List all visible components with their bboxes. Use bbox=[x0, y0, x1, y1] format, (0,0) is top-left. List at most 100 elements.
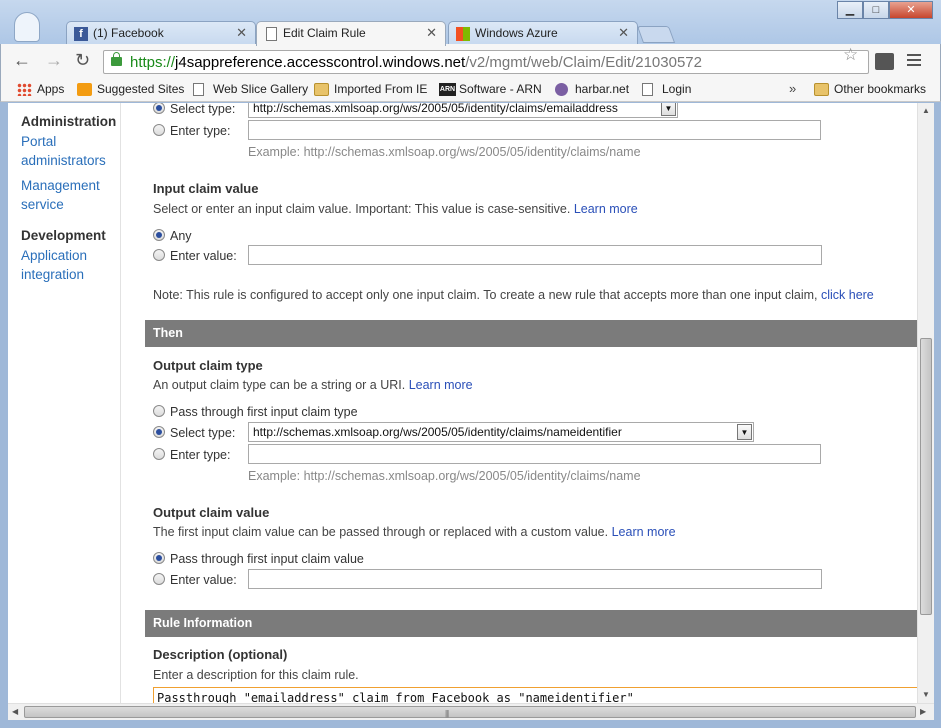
page-icon bbox=[193, 83, 204, 96]
dropdown-arrow-icon[interactable]: ▼ bbox=[737, 424, 752, 440]
sidebar-item-portal-administrators[interactable]: administrators bbox=[21, 151, 120, 170]
output-claim-value-field[interactable] bbox=[248, 569, 822, 589]
scroll-left-arrow-icon[interactable]: ◀ bbox=[12, 707, 18, 716]
input-type-enter-option[interactable]: Enter type: bbox=[153, 124, 230, 138]
page-icon bbox=[266, 27, 277, 41]
input-claim-type-select[interactable]: http://schemas.xmlsoap.org/ws/2005/05/id… bbox=[248, 103, 678, 118]
horizontal-scroll-thumb[interactable]: ||| bbox=[24, 706, 916, 718]
page-viewport: Administration Portal administrators Man… bbox=[8, 103, 917, 703]
scroll-right-arrow-icon[interactable]: ▶ bbox=[920, 707, 926, 716]
bookmark-imported-from-ie[interactable]: Imported From IE bbox=[314, 82, 427, 96]
tab-label: Edit Claim Rule bbox=[283, 26, 366, 40]
folder-icon bbox=[814, 83, 829, 96]
scroll-down-arrow-icon[interactable]: ▼ bbox=[922, 690, 930, 699]
close-tab-icon[interactable]: ✕ bbox=[618, 25, 629, 41]
maximize-icon[interactable]: □ bbox=[863, 1, 889, 19]
nav-heading-administration: Administration bbox=[21, 114, 117, 129]
apps-grid-icon bbox=[17, 83, 32, 96]
close-tab-icon[interactable]: ✕ bbox=[426, 25, 437, 41]
input-type-select-option[interactable]: Select type: bbox=[153, 103, 235, 116]
output-value-enter-option[interactable]: Enter value: bbox=[153, 573, 237, 587]
minimize-icon[interactable]: ▁ bbox=[837, 1, 863, 19]
learn-more-link[interactable]: Learn more bbox=[612, 525, 676, 539]
reload-icon[interactable]: ↻ bbox=[75, 50, 90, 71]
input-value-enter-option[interactable]: Enter value: bbox=[153, 249, 237, 263]
radio-unselected[interactable] bbox=[153, 124, 165, 136]
bookmark-harbar-net[interactable]: harbar.net bbox=[555, 82, 629, 96]
radio-selected[interactable] bbox=[153, 426, 165, 438]
radio-unselected[interactable] bbox=[153, 573, 165, 585]
tab-edit-claim-rule[interactable]: Edit Claim Rule ✕ bbox=[256, 21, 446, 46]
output-claim-type-select[interactable]: http://schemas.xmlsoap.org/ws/2005/05/id… bbox=[248, 422, 754, 442]
radio-selected[interactable] bbox=[153, 229, 165, 241]
radio-selected[interactable] bbox=[153, 103, 165, 114]
output-type-select-option[interactable]: Select type: bbox=[153, 426, 235, 440]
select-value: http://schemas.xmlsoap.org/ws/2005/05/id… bbox=[253, 425, 622, 439]
radio-unselected[interactable] bbox=[153, 448, 165, 460]
close-tab-icon[interactable]: ✕ bbox=[236, 25, 247, 41]
tab-windows-azure[interactable]: Windows Azure ✕ bbox=[448, 21, 638, 45]
description-textarea[interactable]: Passthrough "emailaddress" claim from Fa… bbox=[153, 687, 917, 703]
description-text: Select or enter an input claim value. Im… bbox=[153, 202, 571, 216]
vertical-scroll-thumb[interactable] bbox=[920, 338, 932, 615]
bookmark-web-slice-gallery[interactable]: Web Slice Gallery bbox=[193, 82, 308, 96]
click-here-link[interactable]: click here bbox=[821, 288, 874, 302]
radio-selected[interactable] bbox=[153, 552, 165, 564]
scroll-up-arrow-icon[interactable]: ▲ bbox=[922, 106, 930, 115]
bookmark-login[interactable]: Login bbox=[642, 82, 691, 96]
sidebar-item-application-integration[interactable]: integration bbox=[21, 265, 120, 284]
input-claim-value-field[interactable] bbox=[248, 245, 822, 265]
input-type-example: Example: http://schemas.xmlsoap.org/ws/2… bbox=[248, 145, 641, 159]
output-claim-type-field[interactable] bbox=[248, 444, 821, 464]
radio-unselected[interactable] bbox=[153, 249, 165, 261]
input-value-any-option[interactable]: Any bbox=[153, 229, 192, 243]
facebook-icon: f bbox=[74, 27, 88, 41]
windows-azure-icon bbox=[456, 27, 470, 41]
description-help-text: Enter a description for this claim rule. bbox=[153, 668, 359, 682]
forward-arrow-icon[interactable]: → bbox=[45, 50, 63, 71]
sidebar-item-management-service[interactable]: service bbox=[21, 195, 120, 214]
page-icon bbox=[642, 83, 653, 96]
then-section-header: Then bbox=[145, 320, 917, 347]
output-value-pass-through-option[interactable]: Pass through first input claim value bbox=[153, 552, 364, 566]
output-type-pass-through-option[interactable]: Pass through first input claim type bbox=[153, 405, 358, 419]
sidebar-item-application-integration[interactable]: Application bbox=[21, 246, 120, 265]
input-claim-type-field[interactable] bbox=[248, 120, 821, 140]
tab-label: (1) Facebook bbox=[93, 26, 164, 40]
radio-label: Any bbox=[170, 229, 192, 243]
bookmark-label: Other bookmarks bbox=[834, 82, 927, 96]
bookmark-suggested-sites[interactable]: Suggested Sites bbox=[77, 82, 184, 96]
dropdown-arrow-icon[interactable]: ▼ bbox=[661, 103, 676, 116]
bookmark-software-arn[interactable]: ARN Software - ARN bbox=[439, 82, 542, 96]
output-type-enter-option[interactable]: Enter type: bbox=[153, 448, 230, 462]
menu-icon[interactable] bbox=[907, 54, 921, 69]
address-bar[interactable]: https://j4sappreference.accesscontrol.wi… bbox=[103, 50, 869, 74]
close-window-icon[interactable]: ✕ bbox=[889, 1, 933, 19]
back-arrow-icon[interactable]: ← bbox=[13, 50, 31, 71]
sidebar-nav: Administration Portal administrators Man… bbox=[8, 103, 121, 703]
bookmark-label: Apps bbox=[37, 82, 65, 96]
bookmark-apps[interactable]: Apps bbox=[17, 82, 64, 96]
scroll-grip-icon: ||| bbox=[445, 709, 449, 718]
bookmark-label: Imported From IE bbox=[334, 82, 428, 96]
extension-chart-icon[interactable] bbox=[875, 53, 894, 70]
sidebar-item-portal-administrators[interactable]: Portal bbox=[21, 132, 120, 151]
bookmark-star-icon[interactable]: ☆ bbox=[843, 45, 858, 65]
bookmark-other-bookmarks[interactable]: Other bookmarks bbox=[814, 82, 926, 96]
browser-profile-icon[interactable] bbox=[14, 12, 40, 42]
output-claim-value-title: Output claim value bbox=[153, 505, 270, 520]
more-bookmarks-chevron-icon[interactable]: » bbox=[789, 81, 796, 96]
window-titlebar: f (1) Facebook ✕ Edit Claim Rule ✕ Windo… bbox=[0, 0, 941, 46]
radio-unselected[interactable] bbox=[153, 405, 165, 417]
radio-label: Enter value: bbox=[170, 573, 237, 587]
learn-more-link[interactable]: Learn more bbox=[409, 378, 473, 392]
bookmark-label: Software - ARN bbox=[459, 82, 542, 96]
new-tab-button[interactable] bbox=[636, 26, 676, 43]
radio-label: Select type: bbox=[170, 103, 236, 116]
tab-facebook[interactable]: f (1) Facebook ✕ bbox=[66, 21, 256, 45]
learn-more-link[interactable]: Learn more bbox=[574, 202, 638, 216]
output-claim-type-description: An output claim type can be a string or … bbox=[153, 378, 473, 392]
horizontal-scrollbar[interactable]: ◀ ||| ▶ bbox=[8, 703, 934, 720]
sidebar-item-management-service[interactable]: Management bbox=[21, 176, 120, 195]
vertical-scrollbar[interactable]: ▲ ▼ bbox=[917, 103, 934, 703]
